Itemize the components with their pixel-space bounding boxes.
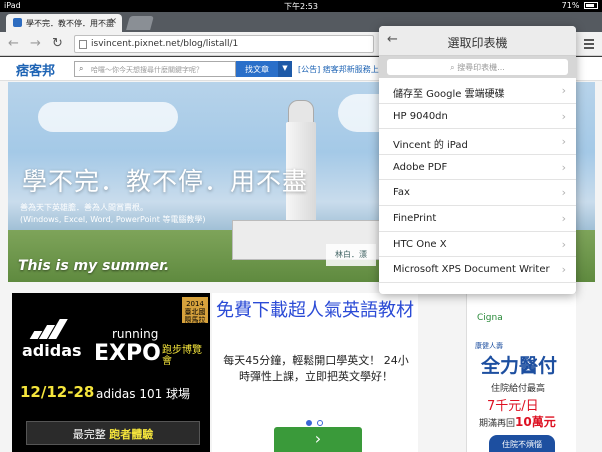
chevron-right-icon: ›	[561, 84, 566, 97]
chevron-right-icon: ›	[561, 109, 566, 123]
favicon-icon	[13, 18, 22, 27]
event-date: 12/12-28	[20, 383, 95, 401]
event-venue: adidas 101 球場	[96, 387, 191, 401]
printer-list: 儲存至 Google 雲端硬碟 › HP 9040dn › Vincent 的 iP…	[379, 78, 576, 283]
banner-slogan: This is my summer.	[18, 258, 170, 274]
url-text: isvincent.pixnet.net/blog/listall/1	[91, 39, 239, 49]
search-icon: ⌕	[79, 64, 84, 73]
adidas-cta-button[interactable]: 最完整 跑者體驗	[26, 421, 200, 445]
forward-icon[interactable]: →	[30, 36, 41, 51]
printer-item[interactable]: Fax ›	[379, 180, 576, 206]
expo-label: EXPO	[94, 341, 161, 366]
battery-indicator: 71%	[562, 1, 598, 10]
adidas-ad[interactable]: adidas 2014 臺北國際馬拉松 running EXPO 跑步博覽會 1…	[12, 293, 210, 452]
chevron-right-icon: ›	[561, 135, 566, 149]
battery-icon	[584, 2, 598, 9]
printer-search-input[interactable]: ⌕ 搜尋印表機...	[387, 59, 568, 75]
tab-title: 學不完．教不停．用不盡	[26, 19, 114, 28]
printer-item[interactable]: FinePrint ›	[379, 206, 576, 232]
address-bar[interactable]: isvincent.pixnet.net/blog/listall/1	[74, 35, 374, 53]
printer-item[interactable]: Adobe PDF ›	[379, 155, 576, 181]
clock: 下午2:53	[284, 2, 318, 11]
new-tab-button[interactable]	[126, 16, 154, 30]
back-icon[interactable]: ←	[8, 36, 19, 51]
printer-item[interactable]: HTC One X ›	[379, 232, 576, 258]
page-icon	[79, 40, 87, 49]
running-label: running	[112, 327, 159, 341]
printer-item[interactable]: Vincent 的 iPad ›	[379, 129, 576, 155]
printer-picker-popup: ← 選取印表機 ⌕ 搜尋印表機... 儲存至 Google 雲端硬碟 › HP 9…	[379, 26, 576, 294]
close-tab-icon[interactable]: ✕	[109, 17, 117, 27]
banner-sign: 林白．漂	[326, 244, 376, 266]
banner-subtitle: 善為天下英雄膽．善為人間賞賣根。	[20, 203, 148, 212]
printer-search-bar: ⌕ 搜尋印表機...	[379, 56, 576, 78]
chevron-right-icon: ›	[561, 237, 566, 251]
battery-percent: 71%	[561, 1, 580, 10]
cigna-maturity: 期滿再回10萬元	[479, 415, 556, 429]
lighthouse-image	[288, 100, 314, 124]
cigna-company: 康健人壽	[475, 342, 503, 350]
cigna-product: 全力醫付	[481, 355, 558, 377]
adidas-brand: adidas	[22, 341, 82, 360]
chevron-right-icon: ›	[561, 186, 566, 200]
status-bar: iPad 下午2:53 71%	[0, 0, 602, 12]
cigna-cta-button[interactable]: 住院不煩惱	[489, 435, 555, 452]
chevron-down-icon[interactable]: ▼	[278, 61, 292, 77]
site-logo[interactable]: 痞客邦	[16, 60, 55, 79]
printer-item[interactable]: 儲存至 Google 雲端硬碟 ›	[379, 78, 576, 104]
cigna-benefit-label: 住院給付最高	[491, 384, 546, 394]
expo-tag: 跑步博覽會	[162, 345, 202, 367]
cigna-logo: Cigna	[477, 313, 503, 323]
english-course-ad[interactable]: 免費下載超人氣英語教材 每天45分鐘，輕鬆開口學英文！ 24小時彈性上課，立即把…	[212, 293, 418, 452]
printer-item[interactable]: Microsoft XPS Document Writer ›	[379, 257, 576, 283]
reload-icon[interactable]: ↻	[52, 36, 63, 51]
site-search-input[interactable]: ⌕ 哈囉～你今天想搜尋什麼關鍵字呢？	[74, 61, 236, 77]
chevron-right-icon: ›	[561, 211, 566, 225]
find-article-button[interactable]: 找文章	[236, 61, 278, 77]
printer-item[interactable]: HP 9040dn ›	[379, 104, 576, 130]
ad-go-button[interactable]: ›	[274, 427, 362, 452]
marathon-badge: 2014 臺北國際馬拉松	[182, 297, 208, 332]
ad-headline: 免費下載超人氣英語教材	[216, 300, 414, 321]
adidas-logo-icon	[29, 319, 68, 339]
notice-link[interactable]: [公告] 痞客邦新服務上	[298, 64, 379, 75]
site-search-placeholder: 哈囉～你今天想搜尋什麼關鍵字呢？	[91, 66, 203, 74]
popup-header: ← 選取印表機	[379, 26, 576, 56]
cigna-benefit-value: 7千元/日	[487, 399, 539, 414]
banner-title: 學不完．教不停．用不盡	[22, 167, 309, 196]
cigna-ad[interactable]: Cigna 康健人壽 全力醫付 住院給付最高 7千元/日 期滿再回10萬元 住院…	[466, 293, 576, 452]
chevron-right-icon: ›	[561, 160, 566, 174]
popup-title: 選取印表機	[447, 36, 508, 50]
banner-subtitle-2: (Windows, Excel, Word, PowerPoint 等電腦教學)	[20, 215, 206, 224]
chevron-right-icon: ›	[561, 263, 566, 277]
menu-icon[interactable]	[584, 39, 594, 51]
ad-body: 每天45分鐘，輕鬆開口學英文！ 24小時彈性上課，立即把英文學好！	[223, 354, 409, 383]
browser-tab[interactable]: 學不完．教不停．用不盡 ✕	[6, 14, 122, 32]
